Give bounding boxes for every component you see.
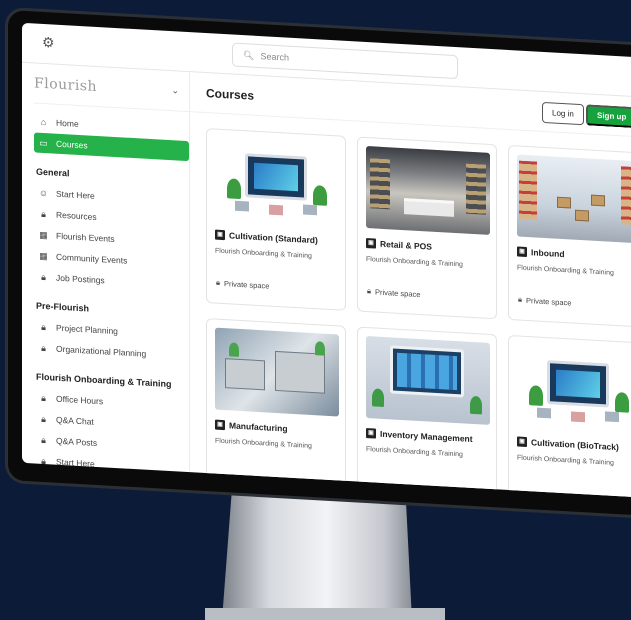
avatar-icon: ☺ bbox=[38, 187, 49, 199]
search-input[interactable]: 🔍︎ Search bbox=[232, 42, 458, 80]
course-title-row: ▣ Cultivation (BioTrack) bbox=[517, 436, 631, 453]
sidebar-item-label: Resources bbox=[56, 209, 97, 222]
lock-icon: 🔒︎ bbox=[41, 271, 46, 282]
course-icon: ▣ bbox=[517, 246, 527, 258]
course-title: Cultivation (Standard) bbox=[229, 230, 318, 246]
course-icon: ▣ bbox=[366, 238, 376, 249]
sidebar-item-label: Q&A Chat bbox=[56, 414, 94, 427]
page-title: Courses bbox=[206, 85, 255, 103]
private-space-label: Private space bbox=[375, 287, 421, 299]
course-subtitle: Flourish Onboarding & Training bbox=[517, 454, 614, 467]
course-title-row: ▣ Manufacturing bbox=[215, 419, 337, 437]
sidebar-item-label: Courses bbox=[56, 138, 88, 151]
sidebar-item-label: Office Hours bbox=[56, 393, 104, 407]
app-window: ⚙ 🔍︎ Search Flourish ⌄ ⌂ Home ▭ Courses Gene… bbox=[22, 22, 631, 499]
course-thumbnail bbox=[366, 336, 490, 425]
course-thumbnail bbox=[215, 327, 339, 417]
sidebar-item-label: Project Planning bbox=[56, 322, 118, 337]
lock-icon: 🔒︎ bbox=[41, 321, 46, 332]
sidebar-item-label: Home bbox=[56, 117, 79, 129]
lock-icon: 🔒︎ bbox=[41, 434, 46, 445]
course-grid: ▣ Cultivation (Standard) Flourish Onboardi… bbox=[206, 128, 631, 499]
course-title: Inbound bbox=[531, 247, 565, 260]
private-space-badge: 🔒︎ Private space bbox=[367, 286, 420, 299]
course-title-row: ▣ Inventory Management bbox=[366, 428, 488, 445]
course-title-row: ▣ Inbound bbox=[517, 246, 631, 263]
course-subtitle: Flourish Onboarding & Training bbox=[517, 264, 614, 277]
monitor: ⚙ 🔍︎ Search Flourish ⌄ ⌂ Home ▭ Courses Gene… bbox=[8, 10, 631, 517]
sidebar-item-label: Start Here bbox=[56, 456, 95, 469]
private-space-label: Private space bbox=[224, 278, 270, 291]
lock-icon: 🔒︎ bbox=[41, 342, 46, 353]
search-placeholder: Search bbox=[260, 51, 289, 63]
course-thumbnail bbox=[366, 146, 490, 235]
private-space-badge: 🔒︎ Private space bbox=[216, 278, 269, 291]
main-content: Courses Log in Sign up ▣ Cultivation (Sta… bbox=[190, 72, 631, 499]
private-space-label: Private space bbox=[526, 295, 572, 308]
private-space-badge: 🔒︎ Private space bbox=[518, 295, 571, 308]
lock-icon: 🔒︎ bbox=[216, 277, 220, 287]
sidebar-nav: ⌂ Home ▭ Courses General ☺ Start Here 🔒︎ Resourc… bbox=[34, 103, 189, 479]
login-button[interactable]: Log in bbox=[542, 101, 584, 126]
course-icon: ▣ bbox=[517, 436, 527, 448]
course-title: Cultivation (BioTrack) bbox=[531, 437, 619, 453]
course-subtitle: Flourish Onboarding & Training bbox=[366, 256, 463, 269]
course-title: Manufacturing bbox=[229, 420, 288, 434]
course-title: Retail & POS bbox=[380, 238, 432, 252]
sidebar-item-label: Q&A Posts bbox=[56, 435, 98, 448]
lock-icon: 🔒︎ bbox=[41, 455, 46, 466]
course-card[interactable]: ▣ Cultivation (Standard) Flourish Onboardi… bbox=[206, 128, 346, 311]
course-icon: ▣ bbox=[215, 229, 225, 241]
lock-icon: 🔒︎ bbox=[367, 286, 371, 296]
sidebar-section-title: Pre-Flourish bbox=[36, 300, 90, 314]
settings-icon[interactable]: ⚙ bbox=[42, 34, 55, 52]
sidebar: Flourish ⌄ ⌂ Home ▭ Courses General ☺ Start He… bbox=[22, 62, 190, 473]
course-thumbnail bbox=[517, 344, 631, 434]
logo: Flourish bbox=[34, 74, 98, 95]
course-icon: ▣ bbox=[366, 428, 376, 439]
course-title-row: ▣ Retail & POS bbox=[366, 238, 488, 255]
sidebar-item-label: Flourish Events bbox=[56, 230, 115, 244]
home-icon: ⌂ bbox=[40, 116, 47, 128]
sidebar-item-label: Organizational Planning bbox=[56, 343, 147, 359]
course-icon: ▣ bbox=[215, 419, 225, 431]
lock-icon: 🔒︎ bbox=[41, 392, 46, 403]
monitor-base bbox=[205, 608, 445, 620]
chevron-down-icon[interactable]: ⌄ bbox=[171, 85, 179, 96]
lock-icon: 🔒︎ bbox=[41, 208, 46, 219]
sidebar-section-title: General bbox=[36, 166, 70, 179]
course-thumbnail bbox=[215, 137, 339, 227]
calendar-icon: ▦ bbox=[39, 250, 48, 261]
course-card[interactable]: ▣ Cultivation (BioTrack) Flourish Onboardi… bbox=[508, 334, 631, 499]
sidebar-item-label: Start Here bbox=[56, 188, 95, 201]
sidebar-item-label: Community Events bbox=[56, 251, 128, 266]
course-thumbnail bbox=[517, 154, 631, 244]
course-card[interactable]: ▣ Inbound Flourish Onboarding & Training 🔒︎… bbox=[508, 144, 631, 328]
lock-icon: 🔒︎ bbox=[518, 294, 522, 304]
course-card[interactable]: ▣ Manufacturing Flourish Onboarding & Trai… bbox=[206, 318, 346, 499]
course-card[interactable]: ▣ Inventory Management Flourish Onboarding… bbox=[357, 326, 497, 499]
course-card[interactable]: ▣ Retail & POS Flourish Onboarding & Train… bbox=[357, 136, 497, 320]
sidebar-item-label: Job Postings bbox=[56, 272, 105, 286]
search-icon: 🔍︎ bbox=[243, 49, 255, 61]
lock-icon: 🔒︎ bbox=[41, 413, 46, 424]
course-title-row: ▣ Cultivation (Standard) bbox=[215, 229, 337, 247]
course-subtitle: Flourish Onboarding & Training bbox=[215, 437, 312, 450]
course-title: Inventory Management bbox=[380, 428, 473, 444]
book-icon: ▭ bbox=[39, 137, 48, 148]
sidebar-section-title: Flourish Onboarding & Training bbox=[36, 371, 172, 390]
calendar-icon: ▦ bbox=[39, 229, 48, 240]
course-subtitle: Flourish Onboarding & Training bbox=[215, 247, 312, 260]
signup-button[interactable]: Sign up bbox=[586, 104, 631, 129]
course-subtitle: Flourish Onboarding & Training bbox=[366, 446, 463, 459]
